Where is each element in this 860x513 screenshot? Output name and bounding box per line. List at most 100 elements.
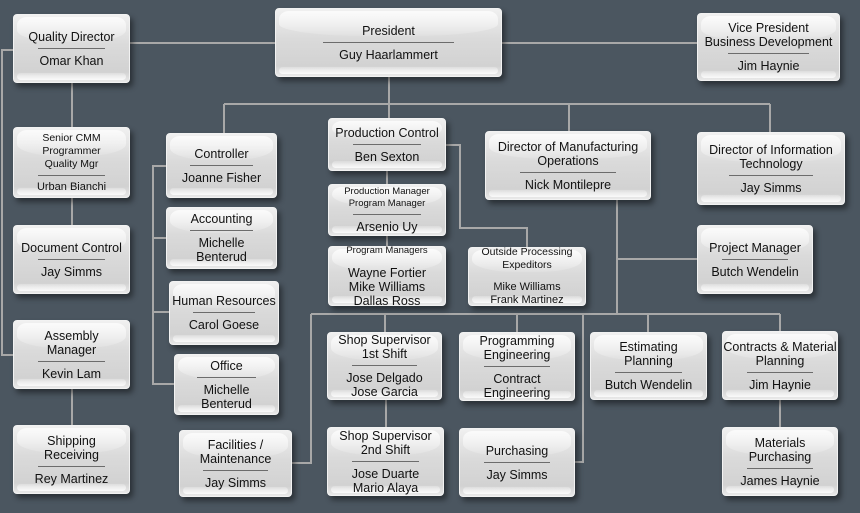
node-divider [721,258,789,260]
node-title: Project Manager [709,240,801,255]
node-person-name: Omar Khan [39,53,104,68]
node-title: Controller [194,146,249,161]
node-title: Contracts & Material Planning [723,339,837,368]
org-node-project-manager[interactable]: Project Manager Butch Wendelin [697,225,813,294]
node-person-name: Joanne Fisher [181,170,262,185]
node-title: Purchasing [485,443,549,458]
node-person-name: Butch Wendelin [711,264,799,279]
node-title: Estimating Planning [619,340,678,368]
node-person-name: Nick Montilepre [524,177,612,192]
node-title: Production Manager Program Manager [344,186,430,209]
connector [152,165,174,385]
node-divider [727,53,810,54]
org-node-director-manufacturing-operations[interactable]: Director of Manufacturing Operations Nick … [485,131,651,200]
node-divider [196,376,257,378]
node-person-name: Jay Simms [486,467,548,482]
org-node-office[interactable]: Office Michelle Benterud [174,354,279,415]
node-divider [353,214,421,215]
node-person-name: Jim Haynie [737,59,800,73]
node-title: Production Control [335,125,439,140]
node-title: Office [210,358,243,373]
connector [1,49,13,356]
node-title: Quality Director [28,29,115,44]
node-title: Director of Manufacturing Operations [497,139,639,168]
node-person-name: Mike Williams Frank Martinez [490,281,564,306]
node-title: Director of Information Technology [709,142,833,171]
org-node-director-information-technology[interactable]: Director of Information Technology Jay Sim… [697,132,845,205]
org-node-shop-supervisor-2nd[interactable]: Shop Supervisor 2nd Shift Jose Duarte Mario… [327,427,444,496]
node-divider [38,465,105,467]
node-person-name: Urban Bianchi [36,180,107,193]
node-title: Facilities / Maintenance [199,437,272,466]
node-divider [351,365,418,366]
org-node-assembly-manager[interactable]: Assembly Manager Kevin Lam [13,320,130,389]
connector [575,314,584,463]
connector [616,200,697,314]
node-divider [38,47,105,49]
node-divider [353,143,421,145]
org-node-facilities-maintenance[interactable]: Facilities / Maintenance Jay Simms [179,430,292,497]
org-node-vp-business-development[interactable]: Vice President Business Development Jim Ha… [697,13,840,81]
node-person-name: Michelle Benterud [196,236,247,264]
org-node-quality-director[interactable]: Quality Director Omar Khan [13,14,130,83]
org-node-shipping-receiving[interactable]: Shipping Receiving Rey Martinez [13,425,130,494]
org-node-program-managers[interactable]: Program Managers Wayne Fortier Mike Willia… [328,245,446,308]
node-title: Outside Processing Expeditors [481,246,573,271]
node-title: President [362,23,415,38]
node-person-name: Jose Delgado Jose Garcia [346,371,423,399]
org-node-accounting[interactable]: Accounting Michelle Benterud [166,207,277,269]
node-divider [189,230,254,231]
node-title: Document Control [21,240,122,255]
node-title: Assembly Manager [44,328,99,357]
node-person-name: Rey Martinez [34,471,109,486]
node-person-name: Ben Sexton [354,149,420,164]
org-node-outside-processing[interactable]: Outside Processing Expeditors Mike William… [468,246,586,306]
org-node-estimating-planning[interactable]: Estimating Planning Butch Wendelin [590,332,707,400]
node-person-name: Wayne Fortier Mike Williams Dallas Ross [347,265,427,308]
node-person-name: Jay Simms [40,264,103,279]
node-title: Programming Engineering [479,333,555,362]
org-node-production-manager[interactable]: Production Manager Program Manager Arsenio… [328,184,446,236]
org-node-document-control[interactable]: Document Control Jay Simms [13,225,130,294]
node-divider [189,164,254,166]
node-title: Senior CMM Programmer Quality Mgr [42,131,101,170]
node-title: Accounting [190,212,253,226]
node-divider [728,174,814,176]
org-node-production-control[interactable]: Production Control Ben Sexton [328,118,446,171]
org-node-programming-engineering[interactable]: Programming Engineering Contract Engineerin… [459,332,575,401]
node-divider [746,371,814,373]
org-node-human-resources[interactable]: Human Resources Carol Goese [169,281,279,345]
node-divider [483,461,551,463]
org-node-senior-cmm-programmer[interactable]: Senior CMM Programmer Quality Mgr Urban Bi… [13,127,130,198]
node-person-name: Kevin Lam [41,366,102,381]
org-node-materials-purchasing[interactable]: Materials Purchasing James Haynie [722,427,838,496]
node-person-name: Butch Wendelin [604,378,693,392]
node-divider [38,258,105,260]
node-divider [203,469,268,471]
node-title: Shop Supervisor 1st Shift [338,333,431,361]
node-person-name: Jim Haynie [749,377,811,392]
org-node-president[interactable]: President Guy Haarlammert [275,8,502,77]
node-title: Human Resources [172,294,276,308]
node-person-name: Arsenio Uy [356,220,418,234]
org-node-controller[interactable]: Controller Joanne Fisher [166,133,277,198]
org-node-purchasing[interactable]: Purchasing Jay Simms [459,428,575,497]
node-person-name: James Haynie [740,473,820,488]
node-divider [38,360,105,362]
node-person-name: Jay Simms [204,475,267,490]
node-person-name: Carol Goese [188,318,260,332]
connector [223,77,771,133]
node-title: Materials Purchasing [748,435,812,464]
connector [311,313,781,332]
node-title: Vice President Business Development [704,21,833,49]
node-person-name: Contract Engineering [483,371,551,400]
node-title: Shop Supervisor 2nd Shift [339,428,432,457]
org-node-contracts-material-planning[interactable]: Contracts & Material Planning Jim Haynie [722,331,838,400]
org-node-shop-supervisor-1st[interactable]: Shop Supervisor 1st Shift Jose Delgado Jose… [327,332,442,400]
node-divider [520,171,616,173]
node-divider [746,467,814,469]
node-divider [352,460,419,462]
node-person-name: Guy Haarlammert [339,47,438,62]
node-title: Shipping Receiving [44,433,99,462]
connector [292,314,312,464]
